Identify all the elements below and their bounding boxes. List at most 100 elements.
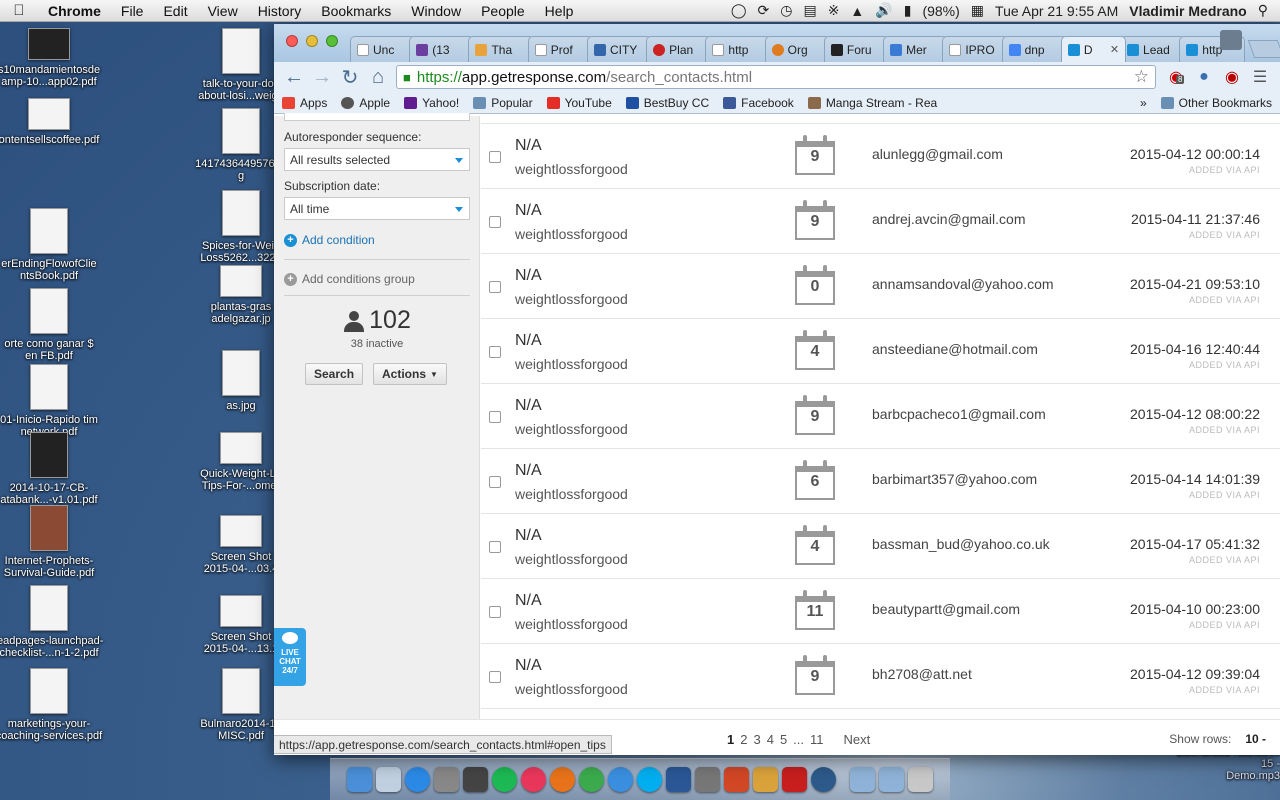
forward-icon[interactable]: → [308, 66, 336, 89]
desktop-file[interactable]: 01-Inicio-Rapido tim network.pdf [0, 364, 108, 438]
contact-email[interactable]: barbcpacheco1@gmail.com [872, 406, 1046, 422]
contact-email[interactable]: annamsandoval@yahoo.com [872, 276, 1054, 292]
contact-name[interactable]: N/A [515, 462, 542, 480]
bookmark-popular[interactable]: Popular [473, 96, 533, 110]
bookmark-apple[interactable]: Apple [341, 96, 390, 110]
contact-row[interactable]: N/A weightlossforgood 9 barbcpacheco1@gmail… [481, 384, 1280, 449]
row-checkbox[interactable] [489, 216, 501, 228]
sync-icon[interactable]: ⟳ [758, 2, 770, 19]
menu-bookmarks[interactable]: Bookmarks [311, 3, 401, 19]
back-icon[interactable]: ← [280, 66, 308, 89]
search-button[interactable]: Search [305, 363, 364, 385]
clock[interactable]: Tue Apr 21 9:55 AM [995, 3, 1118, 19]
new-tab-button[interactable] [1247, 40, 1280, 58]
row-checkbox[interactable] [489, 606, 501, 618]
powerpoint-icon[interactable] [724, 767, 749, 792]
desktop-file[interactable]: ontentsellscoffee.pdf [0, 98, 108, 146]
browser-tab[interactable]: Plan [646, 36, 712, 62]
contact-name[interactable]: N/A [515, 332, 542, 350]
calendar-icon[interactable]: ▦ [971, 2, 984, 19]
autoresponder-select[interactable]: All results selected [284, 148, 470, 171]
firefox-icon[interactable] [550, 767, 575, 792]
menu-edit[interactable]: Edit [153, 3, 197, 19]
contact-row[interactable]: N/A weightlossforgood 11 beautypartt@gmail.… [481, 579, 1280, 644]
contact-name[interactable]: N/A [515, 527, 542, 545]
row-checkbox[interactable] [489, 411, 501, 423]
browser-tab[interactable]: dnp [1001, 36, 1067, 62]
battery-icon[interactable]: ▮ [904, 2, 912, 19]
address-bar[interactable]: ■ https://app.getresponse.com/search_con… [396, 65, 1156, 89]
messages-icon[interactable]: ◯ [731, 2, 747, 19]
contact-row[interactable]: N/A weightlossforgood 6 barbimart357@yahoo.… [481, 449, 1280, 514]
page-link[interactable]: 3 [753, 732, 760, 747]
zoom-window-icon[interactable] [326, 35, 338, 47]
bookmark-yahoo[interactable]: Yahoo! [404, 96, 459, 110]
contact-row[interactable]: N/A weightlossforgood 9 alunlegg@gmail.com 2… [481, 124, 1280, 189]
contact-name[interactable]: N/A [515, 592, 542, 610]
bookmark-facebook[interactable]: Facebook [723, 96, 794, 110]
bookmark-apps[interactable]: Apps [282, 96, 327, 110]
bluetooth-icon[interactable]: ※ [828, 2, 840, 19]
row-checkbox[interactable] [489, 541, 501, 553]
word-icon[interactable] [666, 767, 691, 792]
contact-name[interactable]: N/A [515, 657, 542, 675]
bookmark-manga-stream[interactable]: Manga Stream - Rea [807, 96, 937, 110]
minimize-window-icon[interactable] [306, 35, 318, 47]
menu-file[interactable]: File [111, 3, 154, 19]
desktop-file[interactable]: leadpages-launchpad- checklist-...n-1-2.… [0, 585, 108, 659]
extension-icon[interactable]: ◉8 [1162, 67, 1190, 87]
next-page-link[interactable]: Next [844, 732, 871, 747]
live-chat-button[interactable]: LIVE CHAT 24/7 [274, 628, 306, 686]
browser-tab[interactable]: Mer [883, 36, 949, 62]
contact-row[interactable]: N/A weightlossforgood 4 bassman_bud@yahoo.c… [481, 514, 1280, 579]
contact-name[interactable]: N/A [515, 202, 542, 220]
profile-button[interactable] [1220, 30, 1242, 50]
browser-tab[interactable]: Foru [823, 36, 890, 62]
bookmark-youtube[interactable]: YouTube [546, 96, 612, 110]
browser-tab-active[interactable]: D ✕ [1060, 36, 1127, 62]
contact-email[interactable]: andrej.avcin@gmail.com [872, 211, 1026, 227]
skype-icon[interactable] [637, 767, 662, 792]
home-icon[interactable]: ⌂ [364, 66, 392, 89]
app-store-icon[interactable] [405, 767, 430, 792]
subscription-date-select[interactable]: All time [284, 197, 470, 220]
spotlight-icon[interactable]: ⚲ [1258, 2, 1268, 19]
browser-tab[interactable]: Prof [527, 36, 593, 62]
volume-icon[interactable]: 🔊 [875, 2, 892, 19]
desktop-file[interactable]: orte como ganar $ en FB.pdf [0, 288, 108, 362]
show-rows-value[interactable]: 10 - [1245, 732, 1266, 746]
browser-tab[interactable]: IPRO [942, 36, 1008, 62]
menu-app-chrome[interactable]: Chrome [38, 3, 111, 19]
desktop-file[interactable]: s10mandamientosde amp-10...app02.pdf [0, 28, 108, 88]
browser-tab[interactable]: Org [764, 36, 830, 62]
row-checkbox[interactable] [489, 281, 501, 293]
reload-icon[interactable]: ↻ [336, 65, 364, 90]
browser-tab[interactable]: Tha [468, 36, 534, 62]
contact-name[interactable]: N/A [515, 137, 542, 155]
close-window-icon[interactable] [286, 35, 298, 47]
contact-row[interactable]: N/A weightlossforgood 0 annamsandoval@yahoo… [481, 254, 1280, 319]
chrome-menu-icon[interactable]: ☰ [1246, 67, 1274, 87]
user-name[interactable]: Vladimir Medrano [1129, 3, 1246, 19]
browser-tab[interactable]: (13 [409, 36, 475, 62]
menu-history[interactable]: History [248, 3, 312, 19]
folder-icon[interactable] [879, 767, 904, 792]
add-conditions-group-link[interactable]: + Add conditions group [284, 272, 415, 286]
keynote-icon[interactable] [753, 767, 778, 792]
contact-name[interactable]: N/A [515, 267, 542, 285]
calculator-icon[interactable] [463, 767, 488, 792]
wifi-icon[interactable]: ▲ [850, 3, 864, 19]
browser-tab[interactable]: CITY [586, 36, 653, 62]
quicktime-icon[interactable] [811, 767, 836, 792]
desktop-file[interactable]: erEndingFlowofClie ntsBook.pdf [0, 208, 108, 282]
row-checkbox[interactable] [489, 671, 501, 683]
contact-email[interactable]: barbimart357@yahoo.com [872, 471, 1037, 487]
desktop-file[interactable]: marketings-your- coaching-services.pdf [0, 668, 108, 742]
preview-icon[interactable] [376, 767, 401, 792]
folder-icon[interactable] [850, 767, 875, 792]
bookmark-bestbuy[interactable]: BestBuy CC [625, 96, 709, 110]
trash-icon[interactable] [908, 767, 933, 792]
contact-email[interactable]: alunlegg@gmail.com [872, 146, 1003, 162]
bookmark-other[interactable]: Other Bookmarks [1160, 96, 1272, 110]
close-tab-icon[interactable]: ✕ [1110, 43, 1119, 56]
